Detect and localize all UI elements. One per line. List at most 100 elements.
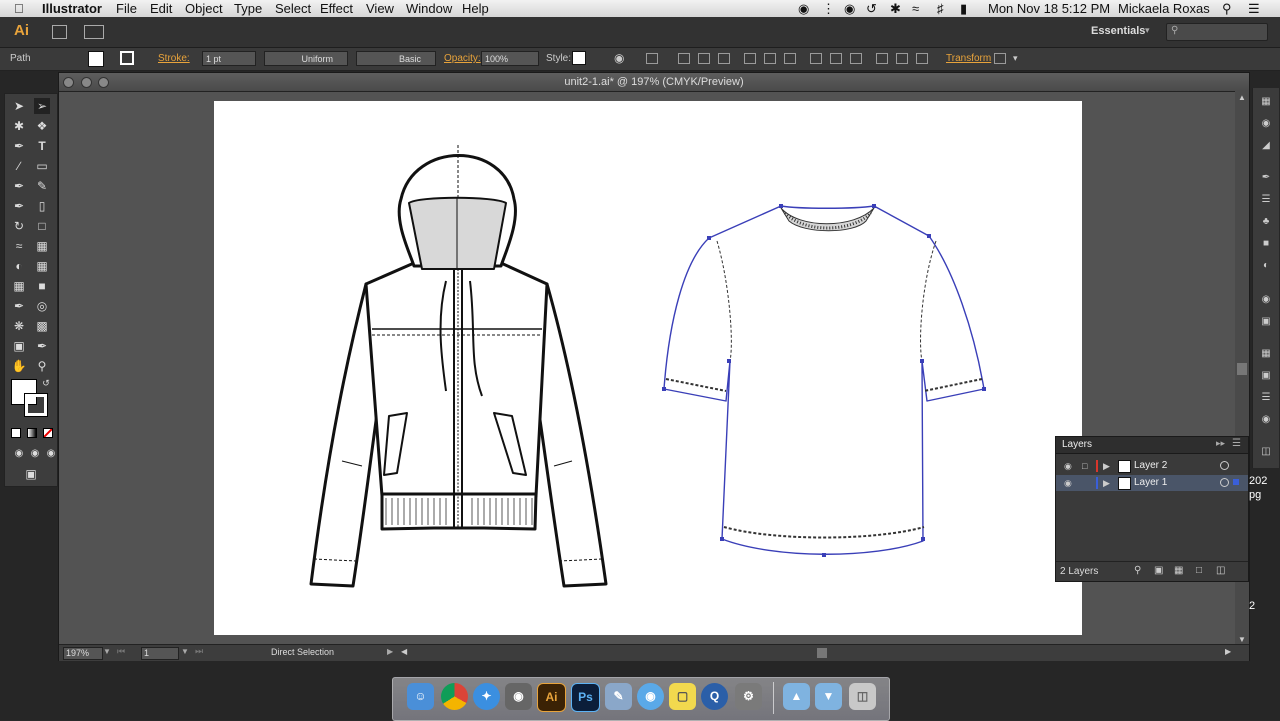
swatches-icon[interactable]: ◢: [1259, 140, 1273, 152]
layer-name[interactable]: Layer 2: [1134, 460, 1167, 471]
workspace-switcher[interactable]: Essentials: [1091, 25, 1145, 37]
align-top-icon[interactable]: [744, 53, 756, 64]
none-mode-icon[interactable]: [43, 428, 53, 438]
visibility-eye-icon[interactable]: ◉: [1064, 478, 1072, 489]
facetime-icon[interactable]: ◉: [505, 683, 532, 710]
distribute-right-icon[interactable]: [916, 53, 928, 64]
messages-icon[interactable]: ◉: [637, 683, 664, 710]
zoom-dropdown-icon[interactable]: ▼: [103, 647, 111, 656]
type-tool-icon[interactable]: T: [34, 138, 50, 154]
blob-brush-tool-icon[interactable]: ✒: [11, 198, 27, 214]
lock-icon[interactable]: □: [1082, 461, 1087, 471]
distribute-center-icon[interactable]: [830, 53, 842, 64]
globe-icon[interactable]: ◉: [844, 0, 855, 17]
distribute-top-icon[interactable]: [810, 53, 822, 64]
stroke-panel-icon[interactable]: ☰: [1259, 194, 1273, 206]
vertical-scroll-thumb[interactable]: [1237, 363, 1247, 375]
expand-arrow-icon[interactable]: ▶: [1103, 461, 1110, 472]
line-tool-icon[interactable]: ∕: [11, 158, 27, 174]
opacity-field[interactable]: 100%: [481, 51, 539, 66]
rectangle-tool-icon[interactable]: ▭: [34, 158, 50, 174]
quicktime-icon[interactable]: Q: [701, 683, 728, 710]
pen-tool-icon[interactable]: ✒: [11, 138, 27, 154]
color-guide-icon[interactable]: ▦: [1259, 96, 1273, 108]
align-left-icon[interactable]: [678, 53, 690, 64]
swap-fill-stroke-icon[interactable]: ↺: [38, 375, 54, 391]
magic-wand-tool-icon[interactable]: ✱: [11, 118, 27, 134]
bridge-icon[interactable]: [52, 25, 67, 39]
expand-arrow-icon[interactable]: ▶: [1103, 478, 1110, 489]
distribute-left-icon[interactable]: [876, 53, 888, 64]
menu-type[interactable]: Type: [234, 0, 262, 17]
finder-icon[interactable]: ☺: [407, 683, 434, 710]
bluetooth-icon[interactable]: ✱: [890, 0, 901, 17]
direct-selection-tool-icon[interactable]: ➢: [34, 98, 50, 114]
appearance-icon[interactable]: ◉: [1259, 294, 1273, 306]
battery-icon[interactable]: ▮: [960, 0, 967, 17]
time-machine-icon[interactable]: ↺: [866, 0, 877, 17]
menu-file[interactable]: File: [116, 0, 137, 17]
app-menu-illustrator[interactable]: Illustrator: [42, 0, 102, 17]
layer-row-1[interactable]: ◉ ▶ Layer 1: [1056, 475, 1248, 491]
selected-art-indicator[interactable]: [1233, 479, 1239, 485]
current-tool-status[interactable]: Direct Selection: [271, 647, 334, 657]
gradient-panel-icon[interactable]: ■: [1259, 238, 1273, 250]
notification-center-icon[interactable]: ☰: [1248, 0, 1260, 17]
opacity-link[interactable]: Opacity:: [444, 53, 481, 64]
column-graph-tool-icon[interactable]: ▩: [34, 318, 50, 334]
new-sublayer-icon[interactable]: ▦: [1174, 565, 1183, 576]
illustrator-dock-icon[interactable]: Ai: [537, 683, 566, 712]
align-center-icon[interactable]: [698, 53, 710, 64]
draw-normal-icon[interactable]: ◉: [11, 446, 27, 462]
graphic-styles-icon[interactable]: ▣: [1259, 316, 1273, 328]
pencil-tool-icon[interactable]: ✎: [34, 178, 50, 194]
layers-panel-title[interactable]: Layers: [1062, 439, 1092, 450]
menu-effect[interactable]: Effect: [320, 0, 353, 17]
stroke-link[interactable]: Stroke:: [158, 53, 190, 64]
transform-link[interactable]: Transform: [946, 53, 991, 64]
mesh-tool-icon[interactable]: ▦: [11, 278, 27, 294]
menu-edit[interactable]: Edit: [150, 0, 172, 17]
artboard-dropdown-icon[interactable]: ▼: [181, 647, 189, 656]
new-layer-icon[interactable]: □: [1196, 565, 1202, 576]
eyedropper-tool-icon[interactable]: ✒: [11, 298, 27, 314]
menulet-icon[interactable]: ⋮: [822, 0, 835, 17]
screen-mode-icon[interactable]: ▣: [23, 466, 39, 482]
clock[interactable]: Mon Nov 18 5:12 PM: [988, 0, 1110, 17]
gradient-mode-icon[interactable]: [27, 428, 37, 438]
safari-icon[interactable]: ✦: [473, 683, 500, 710]
gradient-tool-icon[interactable]: ■: [34, 278, 50, 294]
fill-swatch[interactable]: [88, 51, 104, 67]
blend-tool-icon[interactable]: ◎: [34, 298, 50, 314]
preview-icon[interactable]: ✎: [605, 683, 632, 710]
layers-icon[interactable]: ◫: [1259, 446, 1273, 458]
selection-tool-icon[interactable]: ➤: [11, 98, 27, 114]
locate-object-icon[interactable]: ⚲: [1134, 565, 1141, 576]
visibility-eye-icon[interactable]: ◉: [1064, 461, 1072, 472]
isolate-icon[interactable]: [994, 53, 1006, 64]
pathfinder-icon[interactable]: ▣: [1259, 370, 1273, 382]
align-right-icon[interactable]: [718, 53, 730, 64]
menu-object[interactable]: Object: [185, 0, 223, 17]
draw-behind-icon[interactable]: ◉: [27, 446, 43, 462]
align-to-icon[interactable]: [646, 53, 658, 64]
menu-help[interactable]: Help: [462, 0, 489, 17]
stroke-swatch[interactable]: [120, 51, 134, 65]
stroke-color-swatch[interactable]: [24, 393, 48, 417]
record-icon[interactable]: ◉: [798, 0, 809, 17]
transparency-icon[interactable]: ◐: [1259, 260, 1273, 272]
hand-tool-icon[interactable]: ✋: [11, 358, 27, 374]
horizontal-scroll-thumb[interactable]: [817, 648, 827, 658]
zoom-tool-icon[interactable]: ⚲: [34, 358, 50, 374]
menu-select[interactable]: Select: [275, 0, 311, 17]
variable-width-profile[interactable]: Uniform: [264, 51, 348, 66]
wifi-icon[interactable]: ≈: [912, 0, 919, 17]
color-mode-icon[interactable]: [11, 428, 21, 438]
photoshop-dock-icon[interactable]: Ps: [571, 683, 600, 712]
arrange-documents-icon[interactable]: [84, 25, 104, 39]
spotlight-icon[interactable]: ⚲: [1222, 0, 1232, 17]
system-preferences-icon[interactable]: ⚙: [735, 683, 762, 710]
layers-panel-header[interactable]: Layers ▸▸ ☰: [1056, 437, 1248, 454]
stickies-icon[interactable]: ▢: [669, 683, 696, 710]
downloads-folder-icon[interactable]: ▼: [815, 683, 842, 710]
